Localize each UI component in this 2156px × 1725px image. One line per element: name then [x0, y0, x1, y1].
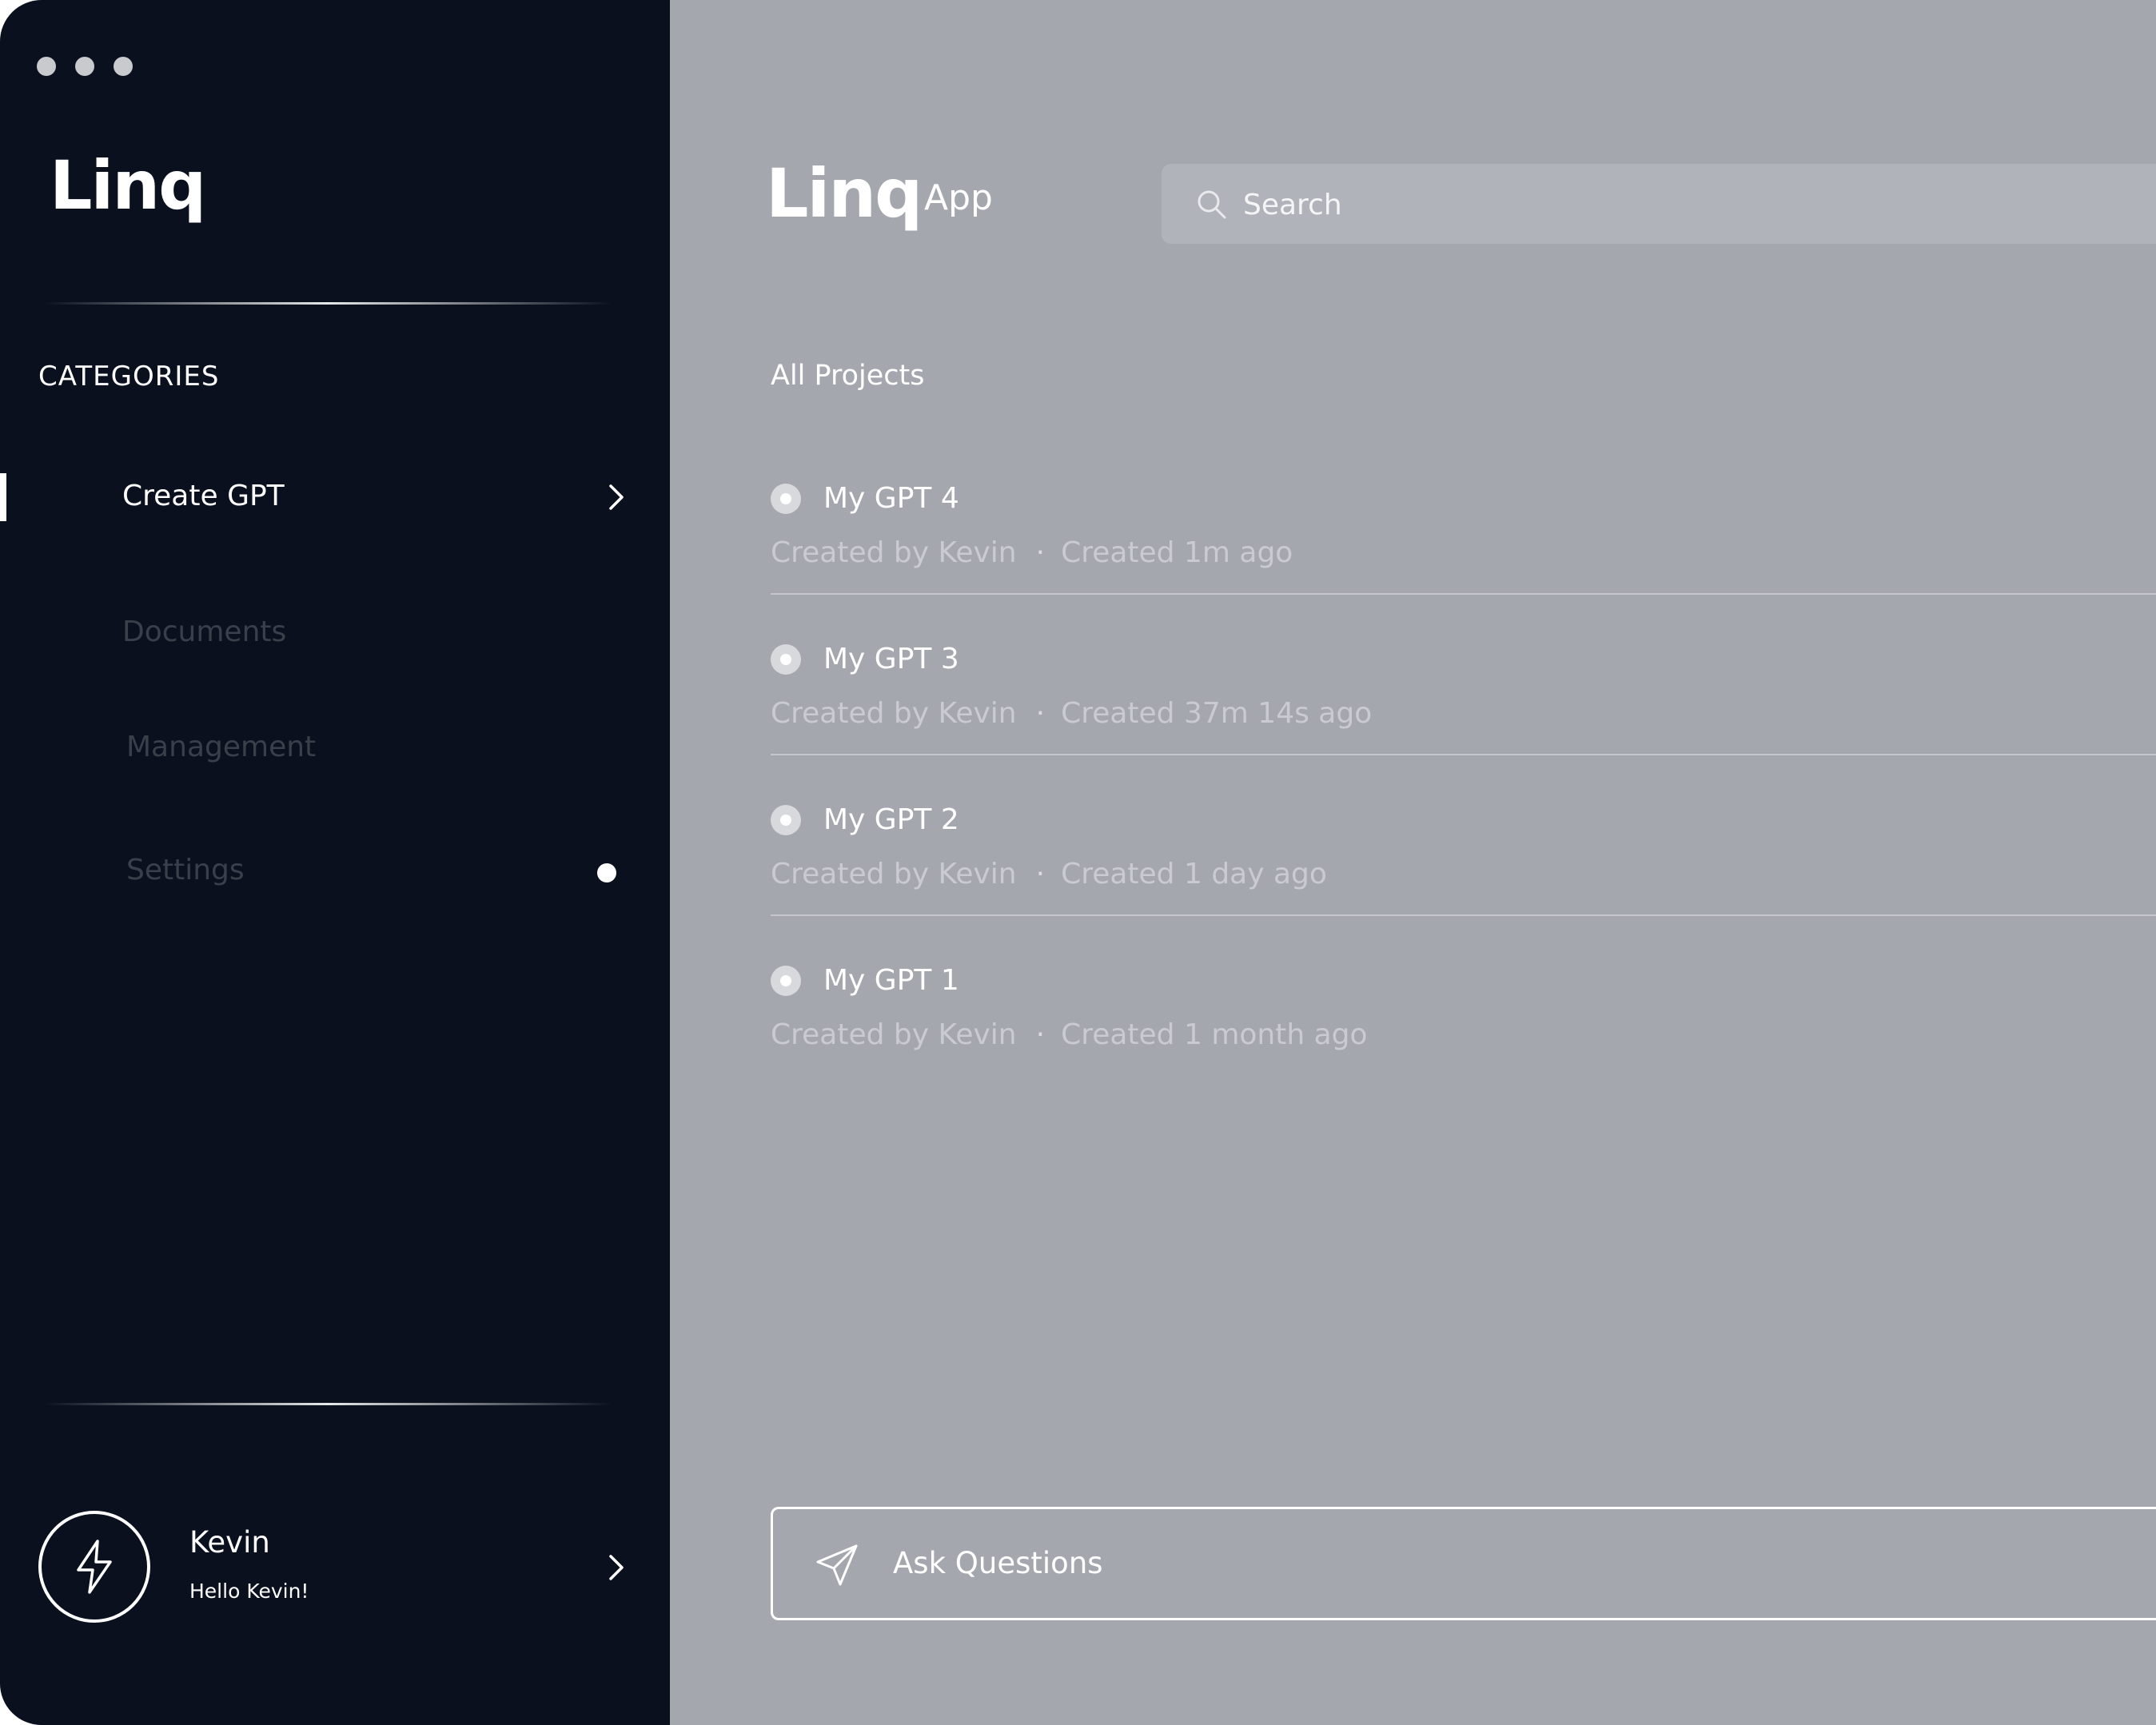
project-name: My GPT 2: [823, 803, 959, 836]
project-created-time: Created 1 day ago: [1061, 858, 1327, 890]
project-name: My GPT 1: [823, 964, 959, 997]
project-created-time: Created 1 month ago: [1061, 1018, 1368, 1051]
user-greeting: Hello Kevin!: [189, 1580, 309, 1603]
window-controls: [37, 57, 133, 76]
project-meta: Created by Kevin · Created 1m ago: [771, 536, 1293, 569]
window-close-button[interactable]: [37, 57, 56, 76]
meta-separator: ·: [1035, 536, 1046, 569]
sidebar-item-label: Settings: [126, 854, 245, 886]
section-title: All Projects: [771, 360, 925, 392]
window-maximize-button[interactable]: [114, 57, 133, 76]
sidebar-item-documents[interactable]: Documents: [0, 601, 670, 665]
sidebar-logo: Linq: [50, 146, 206, 225]
sidebar-item-label: Management: [126, 731, 317, 763]
sidebar-item-settings[interactable]: Settings: [0, 839, 670, 903]
lightning-icon: [77, 1540, 112, 1594]
meta-separator: ·: [1035, 1018, 1046, 1051]
ask-questions-button[interactable]: Ask Questions: [771, 1507, 2156, 1620]
ask-questions-label: Ask Questions: [893, 1546, 1103, 1580]
window-minimize-button[interactable]: [75, 57, 94, 76]
project-created-time: Created 1m ago: [1061, 536, 1293, 569]
project-radio[interactable]: [771, 966, 801, 996]
row-divider: [771, 754, 2156, 755]
sidebar-item-label: Create GPT: [122, 480, 285, 512]
project-item[interactable]: My GPT 3 Created by Kevin · Created 37m 14…: [771, 627, 2156, 787]
user-name: Kevin: [189, 1525, 270, 1560]
project-name: My GPT 4: [823, 482, 959, 515]
project-meta: Created by Kevin · Created 1 day ago: [771, 858, 1327, 890]
sidebar-divider-bottom: [44, 1403, 612, 1405]
project-meta: Created by Kevin · Created 1 month ago: [771, 1018, 1368, 1051]
categories-heading: CATEGORIES: [38, 361, 220, 392]
project-radio[interactable]: [771, 805, 801, 835]
send-icon: [816, 1544, 858, 1586]
project-created-time: Created 37m 14s ago: [1061, 697, 1373, 730]
active-indicator: [0, 473, 6, 521]
meta-separator: ·: [1035, 697, 1046, 730]
header-logo: Linq: [766, 154, 923, 233]
app-window: Linq CATEGORIES Create GPT Documents Man…: [0, 0, 2156, 1725]
row-divider: [771, 914, 2156, 916]
project-creator: Created by Kevin: [771, 536, 1017, 569]
chevron-right-icon: [609, 484, 624, 510]
search-input[interactable]: [1241, 180, 1964, 229]
row-divider: [771, 593, 2156, 595]
project-item[interactable]: My GPT 4 Created by Kevin · Created 1m ago: [771, 466, 2156, 626]
sidebar-item-management[interactable]: Management: [0, 716, 670, 780]
project-name: My GPT 3: [823, 643, 959, 675]
search-bar[interactable]: [1162, 164, 2156, 244]
project-meta: Created by Kevin · Created 37m 14s ago: [771, 697, 1372, 730]
meta-separator: ·: [1035, 858, 1046, 890]
project-radio[interactable]: [771, 484, 801, 514]
project-item[interactable]: My GPT 2 Created by Kevin · Created 1 day …: [771, 787, 2156, 947]
project-item[interactable]: My GPT 1 Created by Kevin · Created 1 mont…: [771, 948, 2156, 1108]
sidebar-item-create-gpt[interactable]: Create GPT: [0, 465, 670, 529]
notification-dot: [597, 863, 616, 882]
project-creator: Created by Kevin: [771, 1018, 1017, 1051]
user-avatar[interactable]: [38, 1511, 150, 1623]
sidebar: Linq CATEGORIES Create GPT Documents Man…: [0, 0, 670, 1725]
header-app-label: App: [924, 177, 993, 218]
project-creator: Created by Kevin: [771, 858, 1017, 890]
chevron-right-icon[interactable]: [600, 1552, 632, 1584]
main-content: Linq App All Projects My GPT 4 Created b…: [670, 0, 2156, 1725]
sidebar-item-label: Documents: [122, 616, 287, 648]
project-radio[interactable]: [771, 644, 801, 675]
sidebar-divider-top: [44, 302, 612, 305]
search-icon: [1198, 190, 1226, 219]
project-creator: Created by Kevin: [771, 697, 1017, 730]
